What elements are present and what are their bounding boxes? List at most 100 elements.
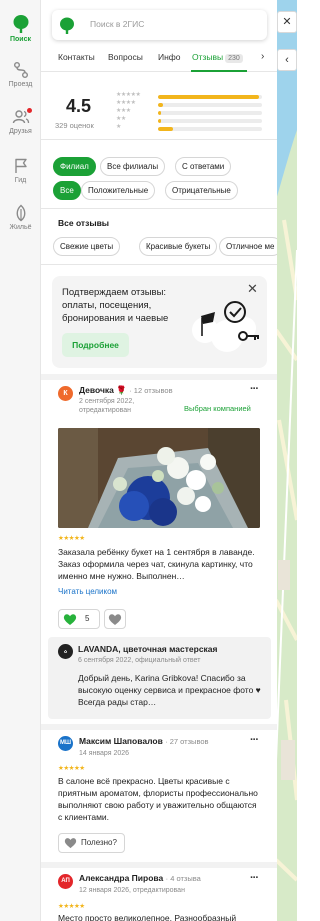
all-reviews-heading: Все отзывы (58, 218, 110, 228)
search-bar[interactable]: Поиск в 2ГИС (52, 10, 267, 40)
rail-label-search: Поиск (9, 36, 31, 43)
author-name: Александра Пирова (79, 873, 164, 883)
useful-label: Полезно? (81, 838, 117, 847)
distribution-bar-fill (158, 119, 162, 123)
place-card-panel: Поиск в 2ГИС Контакты Вопросы Инфо Отзыв… (41, 0, 277, 921)
distribution-row-1: ★ (116, 124, 266, 132)
review-text: Место просто великолепное. Разнообразный (58, 913, 237, 921)
close-panel-button[interactable]: ✕ (277, 11, 297, 33)
reviews-count-badge: 230 (225, 54, 243, 63)
housing-icon (16, 204, 25, 222)
tag-fresh-flowers[interactable]: Свежие цветы (53, 237, 121, 256)
search-tree-icon (13, 15, 28, 33)
avatar[interactable]: АП (58, 874, 73, 889)
reply-author[interactable]: LAVANDA, цветочная мастерская (78, 644, 218, 654)
heart-icon (64, 838, 77, 849)
filter-positive[interactable]: Положительные (81, 181, 156, 200)
tab-reviews[interactable]: Отзывы 230 (192, 52, 243, 63)
star-icons: ★★★★★ (116, 92, 141, 98)
likes-count: 5 (85, 614, 90, 623)
review-text: В салоне всё прекрасно. Цветы красивые с… (58, 776, 258, 822)
review-edited: отредактирован (79, 407, 131, 414)
bouquet-photo-image (58, 428, 260, 528)
distribution-row-3: ★★★ (116, 108, 266, 116)
rail-item-housing[interactable]: Жильё (0, 204, 41, 231)
distribution-row-5: ★★★★★ (116, 92, 266, 100)
review-photo[interactable] (58, 428, 260, 528)
tag-great-place[interactable]: Отличное ме (219, 237, 277, 256)
rating-value: 4.5 (66, 96, 92, 116)
tab-info[interactable]: Инфо (158, 52, 181, 62)
review-rating-stars: ★★★★★ (58, 903, 85, 910)
distribution-bar-fill (158, 95, 259, 99)
star-icons: ★★★★ (116, 100, 136, 106)
search-input[interactable]: Поиск в 2ГИС (90, 19, 144, 29)
filter-negative[interactable]: Отрицательные (165, 181, 238, 200)
map-view[interactable] (276, 0, 297, 921)
author-name: Максим Шаповалов (79, 736, 163, 746)
review-author[interactable]: Девочка 🌹 · 12 отзывов (79, 385, 173, 396)
avatar-initial: К (63, 390, 68, 397)
author-reviews-count: · 27 отзывов (165, 737, 209, 746)
promo-text: Подтверждаем отзывы: оплаты, посещения, … (62, 287, 169, 324)
review-menu-icon[interactable]: ··· (250, 383, 259, 395)
author-name: Девочка 🌹 (79, 385, 127, 395)
read-more-link[interactable]: Читать целиком (58, 587, 117, 596)
star-icons: ★★★ (116, 108, 131, 114)
review-menu-icon[interactable]: ··· (250, 872, 259, 884)
rail-item-guide[interactable]: Гид (0, 157, 41, 184)
tab-contacts[interactable]: Контакты (58, 52, 95, 62)
rating-summary: 4.5 329 оценок ★★★★★ ★★★★ ★★★ ★★ ★ (41, 80, 277, 140)
review-text: Заказала ребёнку букет на 1 сентября в л… (58, 547, 255, 581)
section-divider (41, 374, 277, 380)
review-author[interactable]: Александра Пирова · 4 отзыва (79, 873, 201, 883)
avatar[interactable]: К (58, 386, 73, 401)
dislike-button[interactable] (104, 609, 126, 629)
author-reviews-count: · 12 отзывов (129, 386, 173, 395)
tabs-scroll-right-icon[interactable]: › (261, 51, 264, 62)
useful-button[interactable]: Полезно? (58, 833, 125, 853)
review-author[interactable]: Максим Шаповалов · 27 отзывов (79, 736, 209, 746)
filter-all-branches[interactable]: Все филиалы (100, 157, 166, 176)
rail-label-housing: Жильё (9, 224, 32, 231)
divider (41, 208, 277, 209)
active-tab-indicator (191, 70, 247, 72)
rail-item-search[interactable]: Поиск (0, 14, 41, 43)
review-menu-icon[interactable]: ··· (250, 734, 259, 746)
filter-all[interactable]: Все (53, 181, 81, 200)
distribution-bar-fill (158, 111, 162, 115)
rail-item-friends[interactable]: Друзья (0, 108, 41, 135)
tab-reviews-label: Отзывы (192, 52, 224, 62)
2gis-logo-icon (60, 17, 74, 34)
tab-questions[interactable]: Вопросы (108, 52, 143, 62)
heart-icon (108, 614, 122, 625)
heart-icon (63, 614, 77, 625)
filter-with-replies[interactable]: С ответами (175, 157, 232, 176)
distribution-row-2: ★★ (116, 116, 266, 124)
reply-text: Добрый день, Karina Gribkova! Спасибо за… (78, 673, 261, 707)
section-divider (41, 724, 277, 730)
like-button[interactable]: 5 (58, 609, 100, 629)
review-date: 12 января 2026, отредактирован (79, 887, 185, 894)
avatar-initial: МШ (59, 740, 72, 746)
star-icons: ★★ (116, 116, 126, 122)
avatar[interactable]: МШ (58, 736, 73, 751)
rail-label-friends: Друзья (9, 128, 32, 135)
tag-beautiful-bouquets[interactable]: Красивые букеты (139, 237, 218, 256)
company-reply: ✿ LAVANDA, цветочная мастерская 6 сентяб… (48, 637, 271, 719)
divider (41, 264, 277, 265)
promo-more-button[interactable]: Подробнее (62, 333, 129, 357)
flag-icon (14, 158, 27, 173)
company-choice-badge: Выбран компанией (184, 404, 251, 413)
rail-item-route[interactable]: Проезд (0, 61, 41, 88)
app-window: Поиск Проезд Друзья Гид Жильё ✕ ‹ Поиск … (0, 0, 297, 921)
review-rating-stars: ★★★★★ (58, 765, 85, 772)
distribution-bar-fill (158, 103, 164, 107)
company-avatar: ✿ (58, 644, 73, 659)
star-icons: ★ (116, 124, 121, 130)
rail-label-route: Проезд (8, 81, 33, 88)
map-background (276, 0, 297, 921)
rating-count: 329 оценок (55, 121, 94, 130)
filter-branch[interactable]: Филиал (53, 157, 96, 176)
collapse-panel-button[interactable]: ‹ (277, 49, 297, 71)
